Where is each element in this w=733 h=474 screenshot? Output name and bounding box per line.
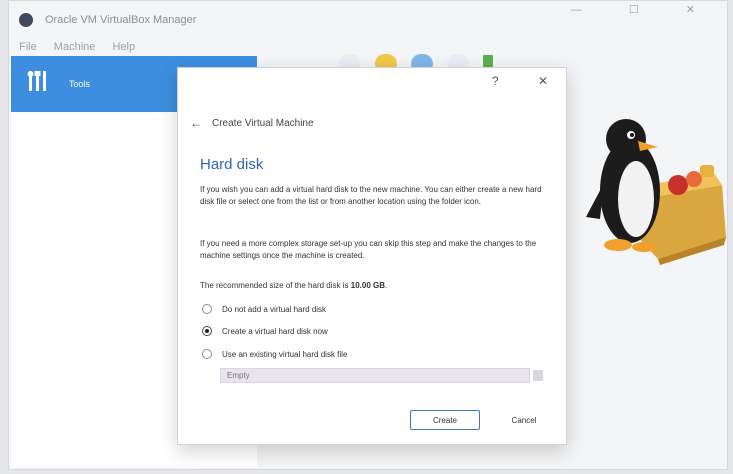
page-title: Hard disk <box>200 156 264 173</box>
close-button[interactable]: ✕ <box>538 74 548 88</box>
app-title: Oracle VM VirtualBox Manager <box>45 14 197 26</box>
create-button[interactable]: Create <box>410 410 480 430</box>
titlebar: Oracle VM VirtualBox Manager — ☐ ✕ <box>9 1 727 39</box>
window-controls[interactable]: — ☐ ✕ <box>571 3 717 16</box>
virtualbox-logo-icon <box>19 13 33 27</box>
import-icon[interactable] <box>447 54 469 68</box>
penguin-toolbox-mascot-icon <box>586 119 726 265</box>
create-vm-dialog: ? ✕ ← Create Virtual Machine Hard disk I… <box>177 67 567 445</box>
dialog-header: ← Create Virtual Machine <box>190 116 314 130</box>
recommended-size-prefix: The recommended size of the hard disk is <box>200 281 349 290</box>
option-create-disk[interactable]: Create a virtual hard disk now <box>202 326 328 336</box>
option-no-disk[interactable]: Do not add a virtual hard disk <box>202 304 326 314</box>
menu-machine[interactable]: Machine <box>54 41 96 53</box>
help-button[interactable]: ? <box>492 74 499 88</box>
add-icon[interactable] <box>411 54 433 68</box>
tools-icon <box>27 69 53 99</box>
menubar: File Machine Help <box>19 41 149 53</box>
back-arrow-icon[interactable]: ← <box>190 116 202 130</box>
menu-help[interactable]: Help <box>112 41 135 53</box>
recommended-size-text: The recommended size of the hard disk is… <box>200 281 388 290</box>
cancel-button[interactable]: Cancel <box>496 410 552 430</box>
radio-existing-disk[interactable] <box>202 349 212 359</box>
option-label: Use an existing virtual hard disk file <box>222 349 348 359</box>
folder-icon[interactable] <box>533 370 543 381</box>
advanced-note-paragraph: If you need a more complex storage set-u… <box>200 239 537 260</box>
option-existing-disk[interactable]: Use an existing virtual hard disk file <box>202 349 347 359</box>
dialog-title: Create Virtual Machine <box>212 117 314 129</box>
menu-file[interactable]: File <box>19 41 37 53</box>
dialog-controls: ? ✕ <box>456 74 548 88</box>
radio-create-disk[interactable] <box>202 326 212 336</box>
gear-icon[interactable] <box>339 54 361 68</box>
file-select-value: Empty <box>227 371 250 380</box>
radio-no-disk[interactable] <box>202 304 212 314</box>
recommended-size-value: 10.00 GB <box>350 281 385 290</box>
option-label: Do not add a virtual hard disk <box>222 304 327 314</box>
sidebar-item-label: Tools <box>69 79 91 89</box>
export-icon[interactable] <box>483 55 493 67</box>
option-label: Create a virtual hard disk now <box>222 326 328 336</box>
new-vm-icon[interactable] <box>375 54 397 68</box>
description-paragraph: If you wish you can add a virtual hard d… <box>200 185 542 206</box>
existing-disk-file-select[interactable]: Empty <box>220 368 543 383</box>
